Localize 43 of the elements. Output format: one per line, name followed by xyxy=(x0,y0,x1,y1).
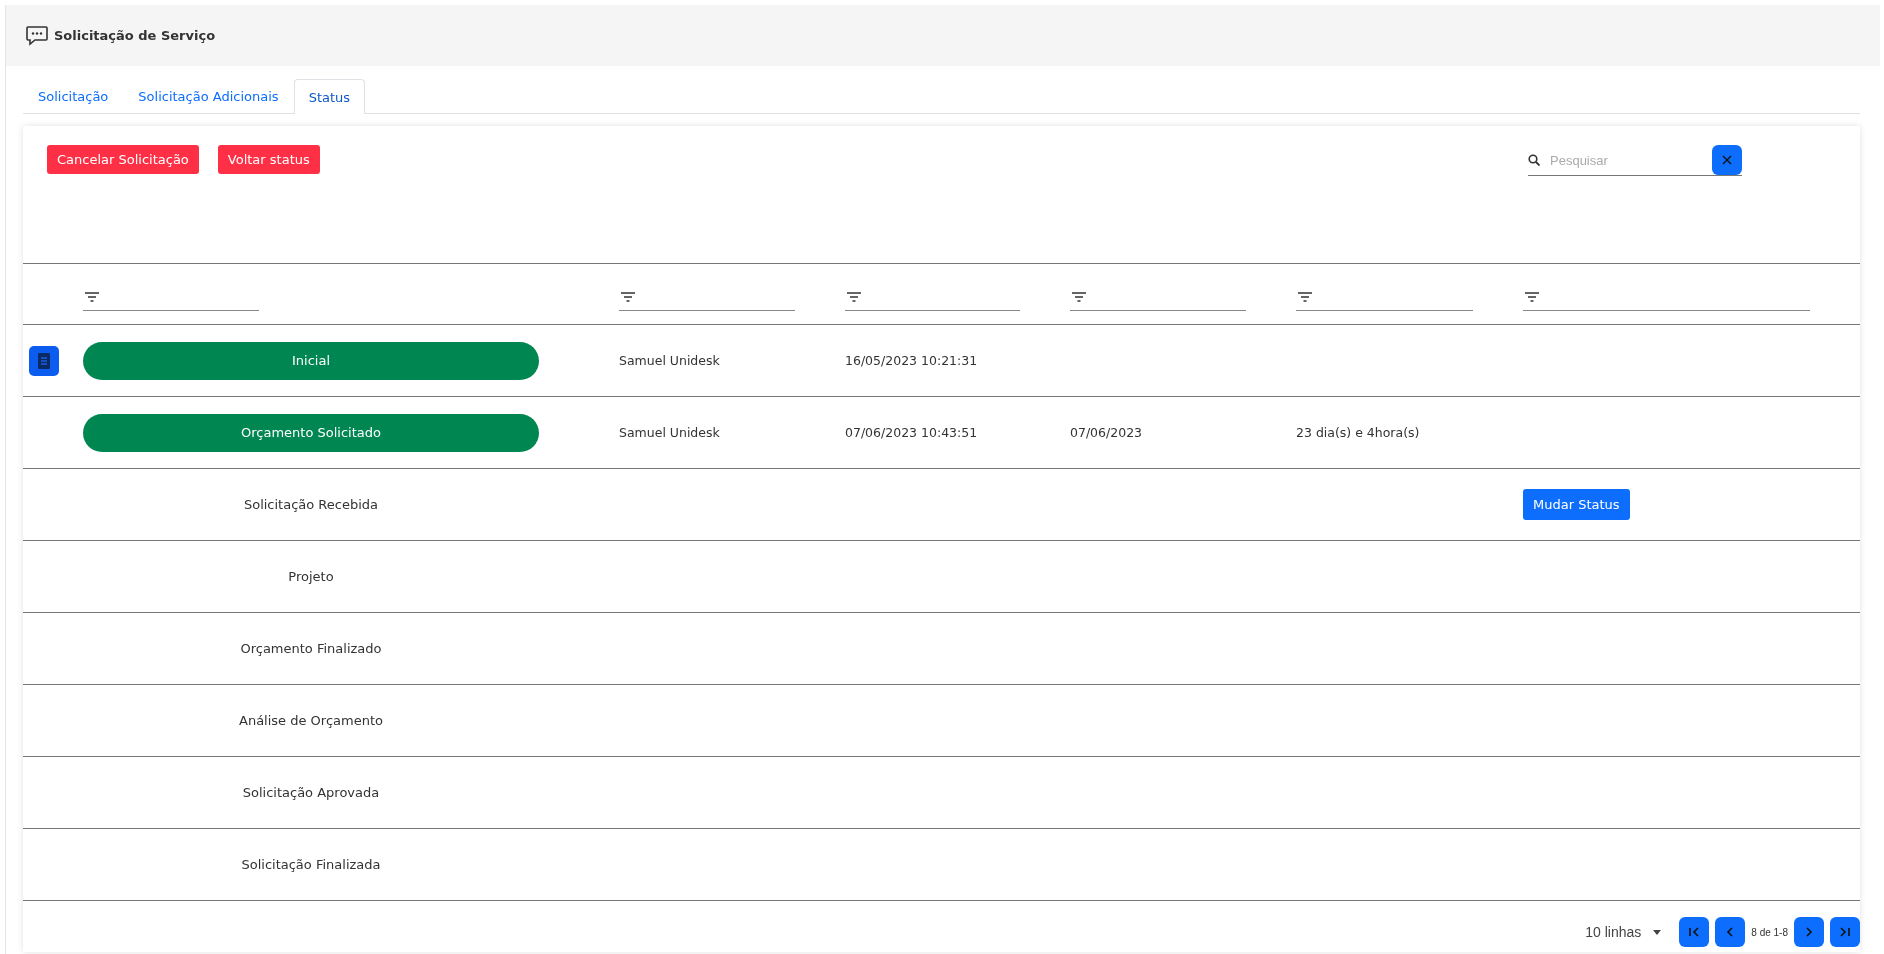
change-status-button[interactable]: Mudar Status xyxy=(1523,489,1630,520)
status-pill: Inicial xyxy=(83,341,539,380)
search-field[interactable]: Pesquisar xyxy=(1548,151,1702,169)
first-page-icon xyxy=(1687,925,1702,939)
clear-button[interactable] xyxy=(1712,145,1742,175)
created-datetime: 07/06/2023 10:43:51 xyxy=(845,425,978,440)
page-range: 8 de 1-8 xyxy=(1751,926,1788,938)
first-page-button[interactable] xyxy=(1679,917,1710,947)
status-label: Projeto xyxy=(287,569,335,584)
caret-icon xyxy=(1653,929,1662,935)
duration-text: 23 dia(s) e 4hora(s) xyxy=(1296,425,1420,440)
filter-icon xyxy=(621,291,635,302)
status-label: Orçamento Finalizado xyxy=(239,641,383,656)
filter-icon xyxy=(1072,291,1086,302)
chat-icon xyxy=(26,25,48,46)
tab[interactable]: Solicitação xyxy=(23,79,124,113)
user-name: Samuel Unidesk xyxy=(619,425,720,440)
status-label: Solicitação Recebida xyxy=(242,497,380,512)
status-date: 07/06/2023 xyxy=(1070,425,1143,440)
action-button[interactable]: Cancelar Solicitação xyxy=(47,145,199,174)
filter-icon xyxy=(847,291,861,302)
filter-icon xyxy=(85,291,99,302)
rows-per-page-select[interactable]: 10 linhas xyxy=(1585,924,1662,940)
search-icon xyxy=(1528,154,1540,166)
filter-icon xyxy=(1298,291,1312,302)
status-pill: Orçamento Solicitado xyxy=(83,413,539,452)
status-label: Solicitação Aprovada xyxy=(241,785,381,800)
document-icon xyxy=(38,352,50,369)
previous-page-button[interactable] xyxy=(1715,917,1746,947)
filter-icon xyxy=(1525,291,1539,302)
tab[interactable]: Status xyxy=(293,79,366,114)
next-page-button[interactable] xyxy=(1794,917,1824,947)
status-label: Solicitação Finalizada xyxy=(240,857,382,872)
close-icon xyxy=(1722,155,1732,165)
tab[interactable]: Solicitação Adicionais xyxy=(123,79,294,113)
page-title: Solicitação de Serviço xyxy=(54,28,216,43)
last-page-button[interactable] xyxy=(1830,917,1860,947)
action-button[interactable]: Voltar status xyxy=(217,145,320,174)
last-page-icon xyxy=(1838,925,1852,939)
details-button[interactable] xyxy=(29,345,59,376)
created-datetime: 16/05/2023 10:21:31 xyxy=(845,353,978,368)
user-name: Samuel Unidesk xyxy=(619,353,720,368)
status-label: Análise de Orçamento xyxy=(238,713,384,728)
